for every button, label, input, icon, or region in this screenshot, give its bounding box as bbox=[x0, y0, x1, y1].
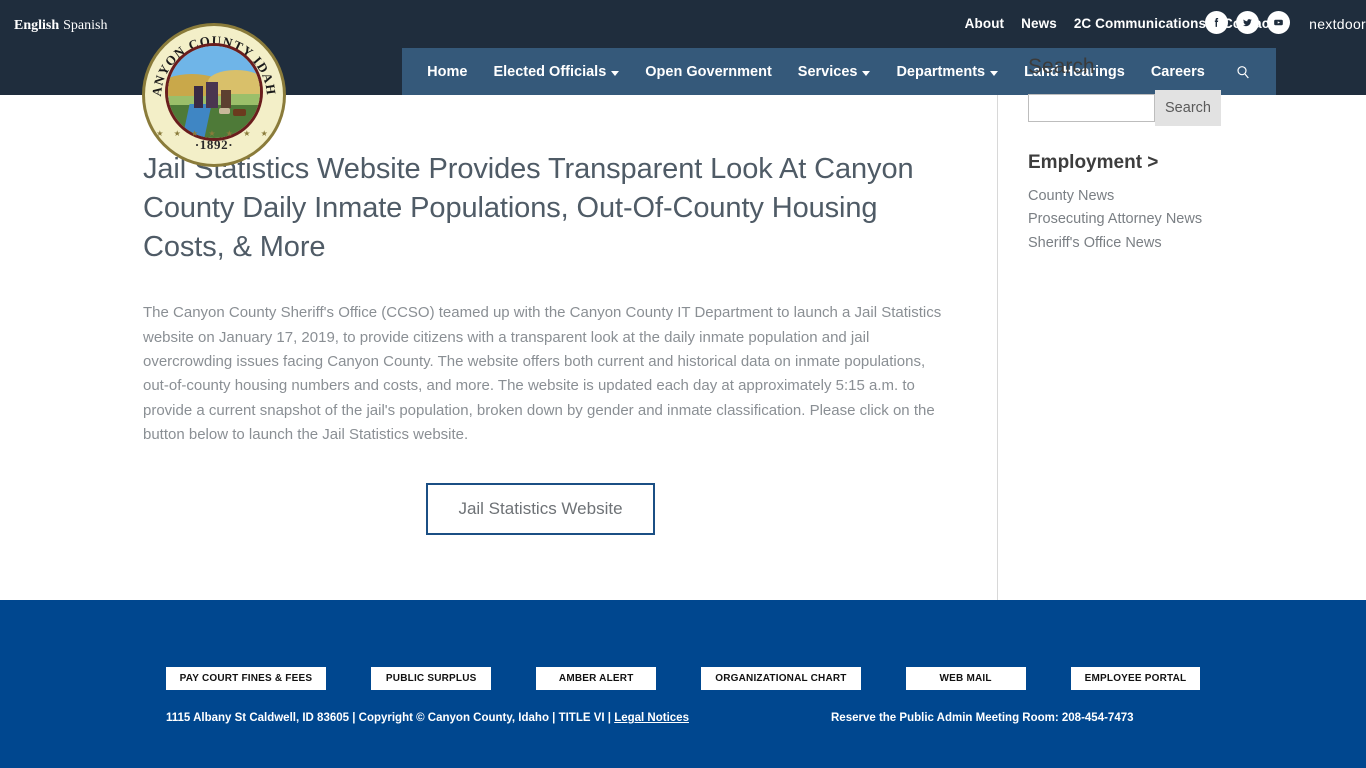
content-sidebar-divider bbox=[997, 95, 998, 600]
site-footer: PAY COURT FINES & FEES PUBLIC SURPLUS AM… bbox=[0, 600, 1366, 768]
chevron-down-icon bbox=[862, 70, 871, 76]
seal-year: ·1892· bbox=[194, 137, 234, 152]
nav-label-home: Home bbox=[427, 64, 468, 80]
youtube-icon[interactable] bbox=[1267, 11, 1290, 34]
search-input[interactable] bbox=[1028, 94, 1155, 122]
sidebar-link-county-news[interactable]: County News bbox=[1028, 185, 1258, 208]
jail-statistics-website-button[interactable]: Jail Statistics Website bbox=[426, 483, 655, 536]
seal-cow-1 bbox=[233, 109, 246, 116]
county-seal-logo[interactable]: CANYON COUNTY IDAHO ★ ★ ★ ★ ★ ★ ★ ·1892· bbox=[145, 26, 283, 164]
seal-building-1 bbox=[194, 86, 203, 108]
footer-button-public-surplus[interactable]: PUBLIC SURPLUS bbox=[371, 667, 492, 690]
sidebar-link-prosecuting-attorney-news[interactable]: Prosecuting Attorney News bbox=[1028, 208, 1258, 231]
sidebar-news-links: County News Prosecuting Attorney News Sh… bbox=[1028, 185, 1258, 255]
search-submit-button[interactable]: Search bbox=[1155, 90, 1221, 126]
sidebar: Search Search Employment > County News P… bbox=[1028, 55, 1258, 255]
page-title: Jail Statistics Website Provides Transpa… bbox=[143, 153, 914, 264]
sidebar-search-form: Search bbox=[1028, 90, 1258, 126]
cta-container: Jail Statistics Website bbox=[143, 483, 938, 536]
chevron-down-icon bbox=[611, 70, 620, 76]
footer-button-web-mail[interactable]: WEB MAIL bbox=[905, 667, 1026, 690]
article-body: The Canyon County Sheriff's Office (CCSO… bbox=[143, 304, 942, 443]
sidebar-search-heading: Search bbox=[1028, 55, 1095, 78]
nav-item-departments[interactable]: Departments bbox=[896, 64, 999, 80]
nav-label-elected-officials: Elected Officials bbox=[493, 64, 607, 80]
utility-nav-2c-communications[interactable]: 2C Communications bbox=[1074, 16, 1206, 31]
footer-button-organizational-chart[interactable]: ORGANIZATIONAL CHART bbox=[701, 667, 861, 690]
footer-address-copyright: 1115 Albany St Caldwell, ID 83605 | Copy… bbox=[166, 712, 615, 724]
footer-button-amber-alert[interactable]: AMBER ALERT bbox=[536, 667, 657, 690]
seal-cow-2 bbox=[219, 108, 230, 114]
language-switcher: English Spanish bbox=[14, 18, 107, 34]
language-english-link[interactable]: English bbox=[14, 18, 59, 33]
nextdoor-link[interactable]: nextdoor bbox=[1309, 16, 1366, 32]
nav-item-home[interactable]: Home bbox=[427, 64, 467, 80]
nav-item-open-government[interactable]: Open Government bbox=[645, 64, 772, 80]
footer-button-employee-portal[interactable]: EMPLOYEE PORTAL bbox=[1070, 667, 1201, 690]
employment-heading[interactable]: Employment > bbox=[1028, 152, 1258, 174]
footer-legal-line: 1115 Albany St Caldwell, ID 83605 | Copy… bbox=[166, 712, 689, 724]
twitter-icon[interactable] bbox=[1236, 11, 1259, 34]
nav-label-services: Services bbox=[797, 64, 858, 80]
footer-reserve-room-text: Reserve the Public Admin Meeting Room: 2… bbox=[831, 712, 1134, 724]
utility-nav-news[interactable]: News bbox=[1021, 16, 1057, 31]
footer-button-pay-court-fines[interactable]: PAY COURT FINES & FEES bbox=[165, 667, 327, 690]
legal-notices-link[interactable]: Legal Notices bbox=[614, 712, 689, 724]
nav-label-open-government: Open Government bbox=[645, 64, 772, 80]
facebook-icon[interactable] bbox=[1205, 11, 1228, 34]
footer-quick-links: PAY COURT FINES & FEES PUBLIC SURPLUS AM… bbox=[0, 667, 1366, 690]
chevron-down-icon bbox=[990, 70, 999, 76]
seal-building-3 bbox=[221, 90, 231, 108]
seal-building-2 bbox=[206, 82, 218, 108]
sidebar-link-sheriffs-office-news[interactable]: Sheriff's Office News bbox=[1028, 232, 1258, 255]
article: Jail Statistics Website Provides Transpa… bbox=[143, 150, 943, 536]
nav-item-services[interactable]: Services bbox=[798, 64, 871, 80]
utility-nav-about[interactable]: About bbox=[965, 16, 1004, 31]
nav-item-elected-officials[interactable]: Elected Officials bbox=[493, 64, 620, 80]
nav-label-departments: Departments bbox=[896, 64, 986, 80]
social-links bbox=[1205, 11, 1290, 34]
language-spanish-link[interactable]: Spanish bbox=[63, 18, 107, 33]
seal-scene bbox=[168, 46, 260, 138]
